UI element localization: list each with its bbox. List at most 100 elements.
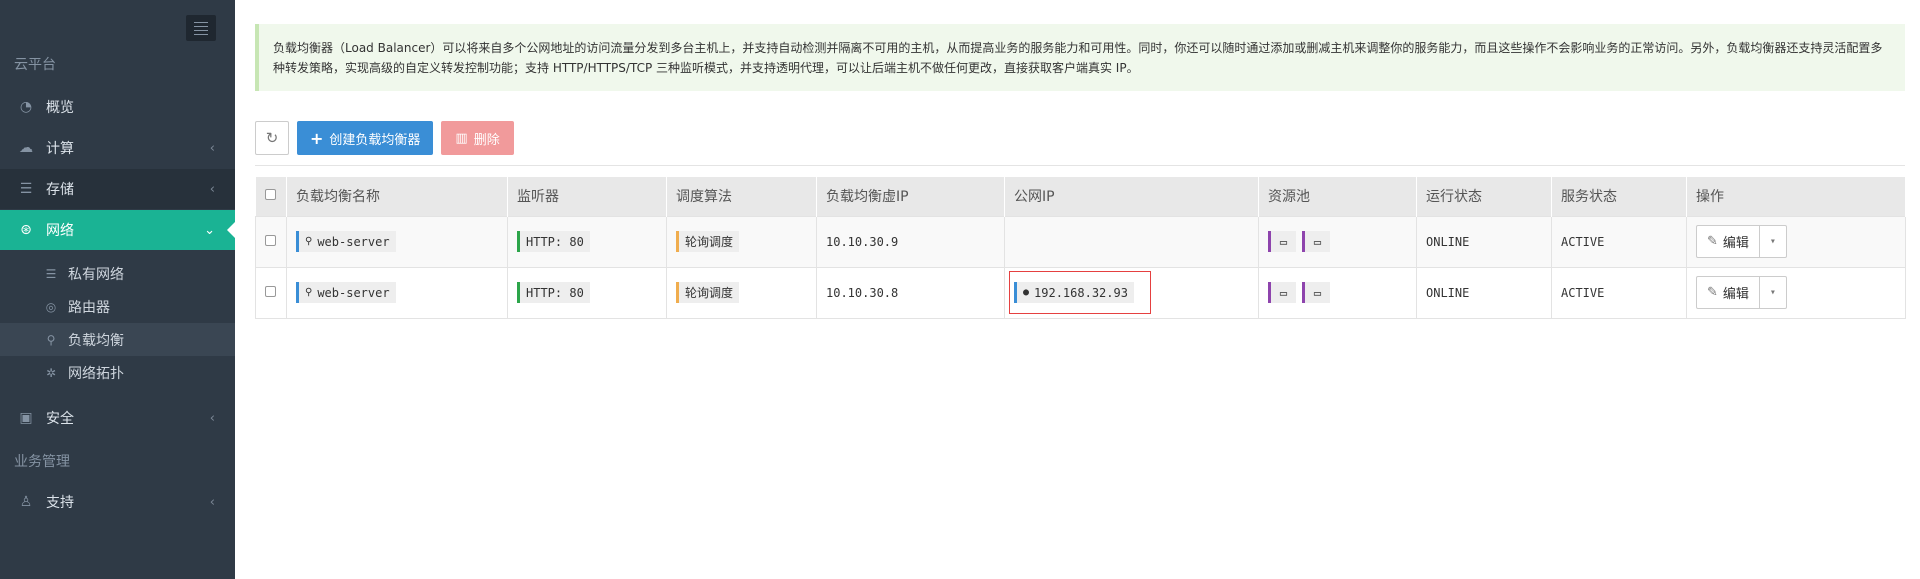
edit-label: 编辑 — [1722, 236, 1749, 251]
main-content: 负载均衡器（Load Balancer）可以将来自多个公网地址的访问流量分发到多… — [235, 0, 1920, 579]
sidebar: 云平台 ◔ 概览 ☁ 计算 ‹ ☰ 存储 ‹ ⊛ 网络 ⌄ ☰ 私有网络 ◎ 路… — [0, 0, 235, 579]
vip-cell: 10.10.30.8 — [816, 266, 1005, 319]
chevron-down-icon[interactable]: ▾ — [1760, 277, 1786, 308]
lb-name: web-server — [317, 234, 390, 249]
cloud-icon: ☁ — [19, 140, 33, 156]
run-status: ONLINE — [1416, 266, 1552, 319]
chevron-left-icon: ‹ — [209, 410, 215, 426]
trash-icon: ▥ — [455, 130, 468, 146]
sidebar-item-label: 计算 — [46, 141, 74, 157]
sidebar-sub-label: 网络拓扑 — [68, 365, 124, 382]
listener-tag[interactable]: HTTP: 80 — [517, 231, 590, 252]
sidebar-sub-label: 私有网络 — [68, 266, 124, 283]
chevron-down-icon: ⌄ — [204, 222, 215, 238]
row-checkbox[interactable] — [265, 285, 276, 297]
chevron-left-icon: ‹ — [209, 494, 215, 510]
header-pool[interactable]: 资源池 — [1258, 177, 1417, 216]
edit-label: 编辑 — [1722, 287, 1749, 302]
delete-button[interactable]: ▥ 删除 — [441, 121, 514, 155]
table-header-row: 负载均衡名称 监听器 调度算法 负载均衡虚IP 公网IP 资源池 运行状态 服务… — [255, 177, 1906, 216]
sidebar-header-business: 业务管理 — [14, 454, 70, 470]
listener-tag[interactable]: HTTP: 80 — [517, 282, 590, 303]
sidebar-sub-topology[interactable]: ✲ 网络拓扑 — [0, 356, 235, 389]
resource-pool-icon[interactable]: ▭ — [1268, 231, 1296, 252]
service-status: ACTIVE — [1551, 215, 1687, 268]
service-status: ACTIVE — [1551, 266, 1687, 319]
create-load-balancer-button[interactable]: + 创建负载均衡器 — [297, 121, 434, 155]
header-vip[interactable]: 负载均衡虚IP — [816, 177, 1005, 216]
network-icon: ⊛ — [20, 222, 32, 238]
topology-icon: ✲ — [45, 365, 57, 380]
sidebar-item-storage[interactable]: ☰ 存储 ‹ — [0, 169, 235, 209]
sidebar-item-label: 网络 — [46, 223, 74, 239]
chevron-left-icon: ‹ — [209, 140, 215, 156]
public-ip-value: 192.168.32.93 — [1034, 285, 1128, 300]
edit-icon: ✎ — [1707, 285, 1718, 300]
sidebar-header-cloud: 云平台 — [14, 57, 56, 73]
header-algorithm[interactable]: 调度算法 — [666, 177, 817, 216]
divider — [255, 165, 1905, 166]
sidebar-sub-router[interactable]: ◎ 路由器 — [0, 290, 235, 323]
load-balancer-table: 负载均衡名称 监听器 调度算法 负载均衡虚IP 公网IP 资源池 运行状态 服务… — [255, 177, 1906, 319]
briefcase-icon: ▣ — [19, 410, 33, 426]
toolbar: ↻ + 创建负载均衡器 ▥ 删除 — [255, 121, 514, 155]
sidebar-item-label: 存储 — [46, 182, 74, 198]
chevron-left-icon: ‹ — [209, 181, 215, 197]
edit-button[interactable]: ✎ 编辑 — [1697, 226, 1760, 257]
sidebar-sub-label: 负载均衡 — [68, 332, 124, 349]
table-row: ⚲ web-server HTTP: 80 轮询调度 10.10.30.9 ▭ ▭ … — [255, 215, 1906, 268]
info-notice: 负载均衡器（Load Balancer）可以将来自多个公网地址的访问流量分发到多… — [255, 24, 1905, 91]
support-icon: ♙ — [19, 494, 33, 510]
sidebar-sub-private-network[interactable]: ☰ 私有网络 — [0, 257, 235, 290]
lb-name: web-server — [317, 285, 390, 300]
table-row: ⚲ web-server HTTP: 80 轮询调度 10.10.30.8 ● 19… — [255, 266, 1906, 319]
header-public-ip[interactable]: 公网IP — [1004, 177, 1259, 216]
sidebar-item-label: 支持 — [46, 495, 74, 511]
sidebar-item-security[interactable]: ▣ 安全 ‹ — [0, 398, 235, 438]
algorithm-tag: 轮询调度 — [676, 231, 740, 252]
edit-button-group: ✎ 编辑 ▾ — [1696, 276, 1787, 309]
select-all-checkbox[interactable] — [264, 189, 276, 201]
globe-icon: ● — [1023, 287, 1030, 298]
chevron-down-icon[interactable]: ▾ — [1760, 226, 1786, 257]
header-name[interactable]: 负载均衡名称 — [286, 177, 508, 216]
resource-pool-icon[interactable]: ▭ — [1302, 282, 1330, 303]
sidebar-item-label: 概览 — [46, 100, 74, 116]
edit-icon: ✎ — [1707, 234, 1718, 249]
delete-label: 删除 — [473, 132, 500, 148]
sidebar-item-compute[interactable]: ☁ 计算 ‹ — [0, 128, 235, 168]
sidebar-sub-label: 路由器 — [68, 299, 110, 316]
vip-cell: 10.10.30.9 — [816, 215, 1005, 268]
lb-name-link[interactable]: ⚲ web-server — [296, 282, 396, 303]
create-label: 创建负载均衡器 — [329, 132, 421, 148]
header-action: 操作 — [1686, 177, 1906, 216]
public-ip-tag[interactable]: ● 192.168.32.93 — [1014, 282, 1134, 303]
sidebar-sub-load-balancer[interactable]: ⚲ 负载均衡 — [0, 323, 235, 356]
sitemap-icon: ⚲ — [305, 287, 313, 298]
resource-pool-icon[interactable]: ▭ — [1268, 282, 1296, 303]
sitemap-icon: ⚲ — [46, 332, 56, 347]
algorithm-tag: 轮询调度 — [676, 282, 740, 303]
globe-icon: ◎ — [45, 299, 57, 314]
sitemap-icon: ⚲ — [305, 236, 313, 247]
plus-icon: + — [310, 128, 324, 148]
refresh-button[interactable]: ↻ — [255, 121, 289, 155]
menu-toggle-icon[interactable] — [186, 15, 216, 41]
rss-icon: ☰ — [45, 266, 57, 281]
row-checkbox[interactable] — [265, 234, 276, 246]
sidebar-item-overview[interactable]: ◔ 概览 — [0, 87, 235, 127]
edit-button[interactable]: ✎ 编辑 — [1697, 277, 1760, 308]
edit-button-group: ✎ 编辑 ▾ — [1696, 225, 1787, 258]
public-ip-highlight: ● 192.168.32.93 — [1009, 271, 1151, 314]
dashboard-icon: ◔ — [19, 99, 33, 115]
resource-pool-icon[interactable]: ▭ — [1302, 231, 1330, 252]
run-status: ONLINE — [1416, 215, 1552, 268]
sidebar-item-network[interactable]: ⊛ 网络 ⌄ — [0, 210, 235, 250]
header-service-status[interactable]: 服务状态 — [1551, 177, 1687, 216]
header-run-status[interactable]: 运行状态 — [1416, 177, 1552, 216]
refresh-icon: ↻ — [265, 129, 279, 147]
public-ip-cell — [1004, 215, 1259, 268]
sidebar-item-support[interactable]: ♙ 支持 ‹ — [0, 482, 235, 522]
lb-name-link[interactable]: ⚲ web-server — [296, 231, 396, 252]
header-listener[interactable]: 监听器 — [507, 177, 667, 216]
